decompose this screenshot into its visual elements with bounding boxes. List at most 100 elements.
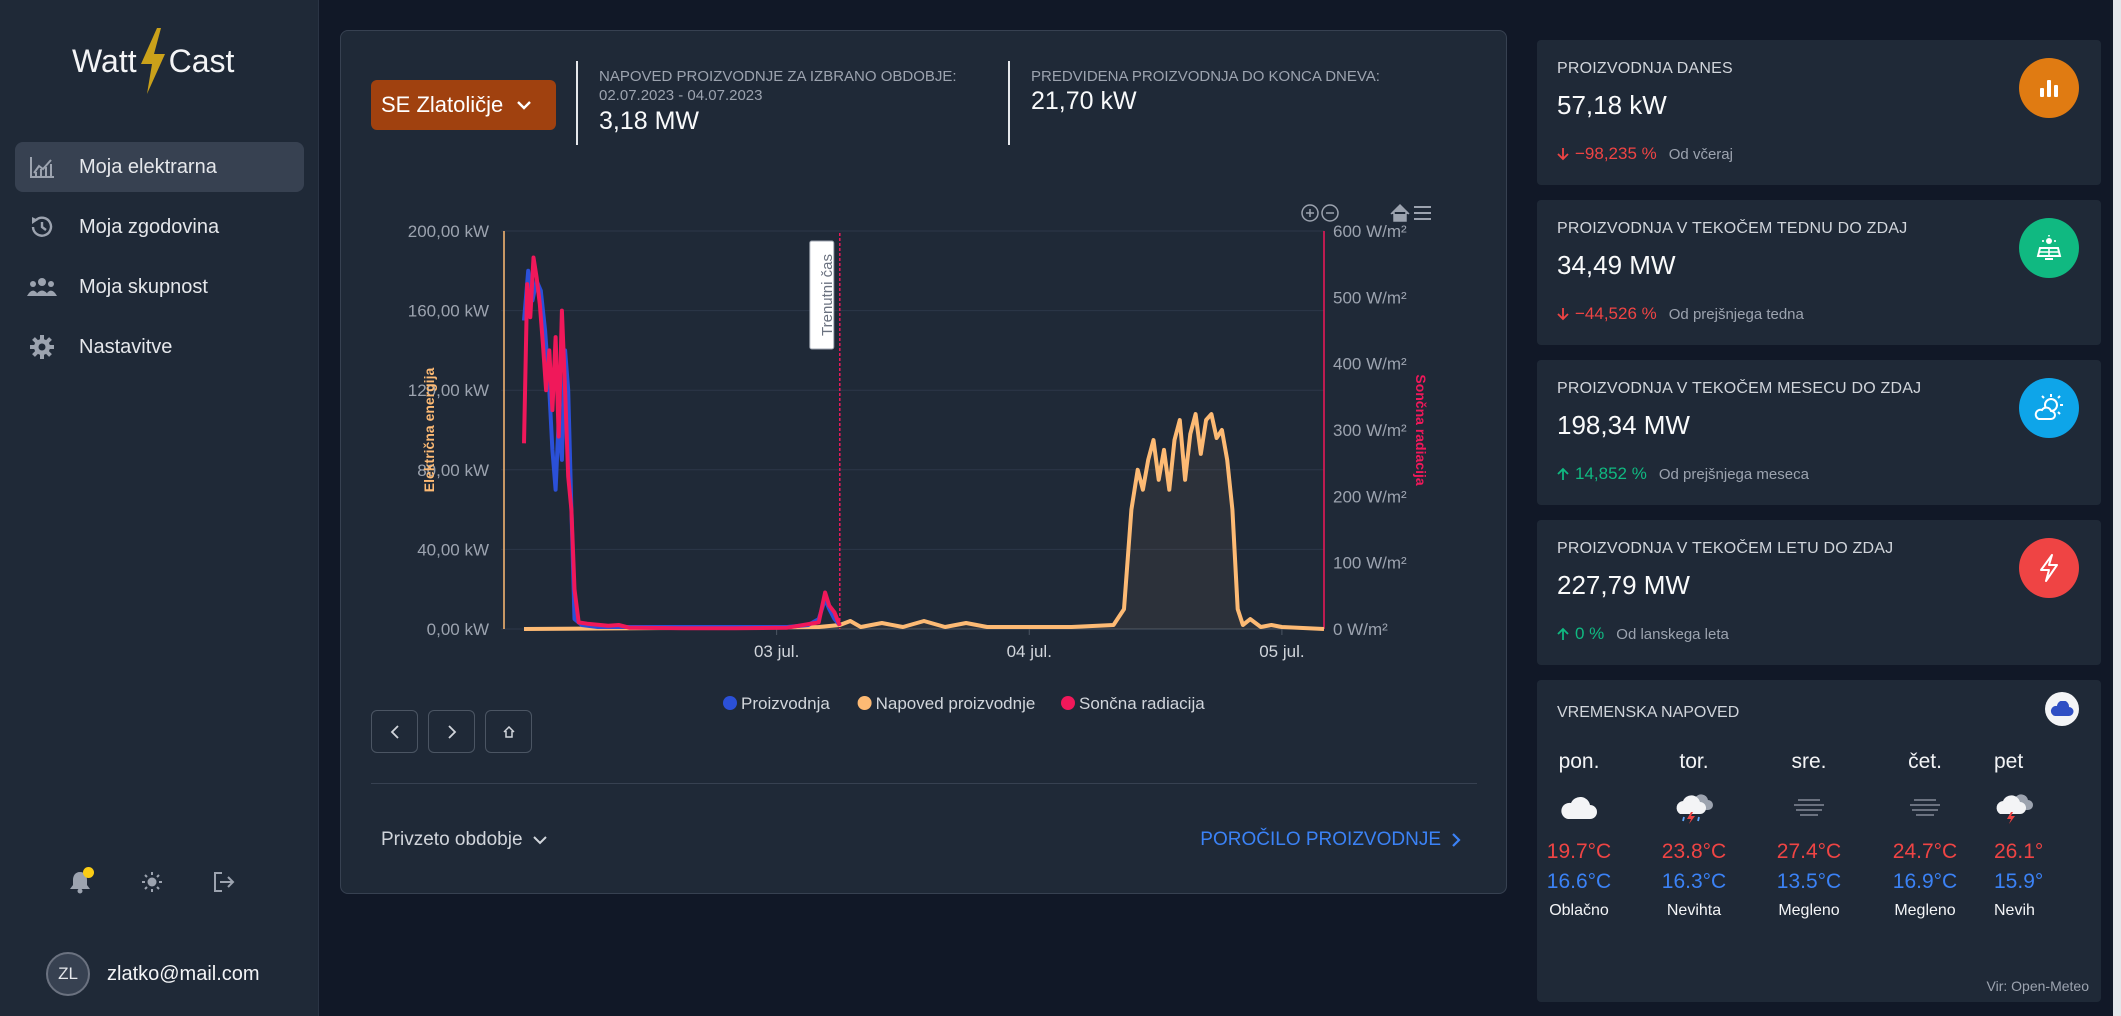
- plant-select[interactable]: SE Zlatoličje: [371, 80, 556, 130]
- user-profile[interactable]: ZL zlatko@mail.com: [46, 952, 260, 996]
- legend-label: Proizvodnja: [741, 694, 830, 713]
- weather-source: Vir: Open-Meteo: [1986, 978, 2089, 994]
- arrow-up-icon: [1557, 627, 1569, 640]
- current-time-label: Trenutni čas: [819, 254, 836, 336]
- notifications-button[interactable]: [66, 867, 94, 896]
- chart-next-button[interactable]: [428, 710, 475, 753]
- right-axis-tick: 0 W/m²: [1333, 620, 1388, 639]
- menu-icon[interactable]: [1414, 206, 1431, 220]
- left-axis-tick: 120,00 kW: [408, 381, 489, 400]
- production-report-link[interactable]: POROČILO PROIZVODNJE: [1200, 829, 1461, 851]
- stat-change-since: Od včeraj: [1668, 145, 1733, 163]
- weather-day: čet. 24.7°C 16.9°C Megleno: [1875, 750, 1975, 920]
- sidebar-tools: [66, 867, 238, 896]
- storm-icon: [1994, 780, 2089, 836]
- legend-marker: [1061, 696, 1075, 710]
- arrow-down-icon: [1557, 148, 1569, 161]
- divider: [1008, 61, 1010, 145]
- chevron-right-icon: [447, 724, 456, 739]
- app-logo[interactable]: Watt Cast: [72, 26, 234, 96]
- legend-marker: [857, 696, 872, 710]
- nav-item-nastavitve[interactable]: Nastavitve: [15, 322, 304, 372]
- lightning-logo-icon: [140, 28, 165, 94]
- report-link-label: POROČILO PROIZVODNJE: [1200, 829, 1441, 850]
- notification-dot: [83, 867, 94, 878]
- weather-day-name: pet: [1994, 750, 2024, 773]
- right-axis-tick: 600 W/m²: [1333, 222, 1407, 241]
- cloud-badge-icon: [2045, 692, 2079, 726]
- chart-home-icon[interactable]: [1390, 203, 1410, 222]
- series-line-0: [522, 268, 842, 629]
- weather-day-name: tor.: [1679, 750, 1709, 773]
- expected-label: PREDVIDENA PROIZVODNJA DO KONCA DNEVA:: [1031, 68, 1380, 85]
- chart-prev-button[interactable]: [371, 710, 418, 753]
- stat-change: 14,852 % Od prejšnjega meseca: [1557, 464, 1809, 484]
- chart-reset-button[interactable]: [485, 710, 532, 753]
- home-icon: [502, 725, 515, 738]
- avatar: ZL: [46, 952, 90, 996]
- stat-change-since: Od prejšnjega tedna: [1668, 305, 1804, 323]
- logout-button[interactable]: [210, 868, 238, 896]
- divider: [576, 61, 578, 145]
- solar-panel-icon: [2019, 218, 2079, 278]
- sidebar: Watt Cast Moja elektrarna Moja zgodovina…: [0, 0, 319, 1016]
- zoom-in-icon[interactable]: [1301, 204, 1319, 222]
- expected-value: 21,70 kW: [1031, 87, 1137, 115]
- nav-label: Nastavitve: [79, 335, 173, 358]
- weather-min-temp: 13.5°C: [1776, 870, 1842, 893]
- forecast-label-line-2: 02.07.2023 - 04.07.2023: [599, 87, 763, 104]
- weather-description: Nevih: [1994, 902, 2035, 919]
- arrow-up-icon: [1557, 467, 1569, 480]
- left-axis-tick: 200,00 kW: [408, 222, 489, 241]
- page-scrollbar[interactable]: [2113, 0, 2121, 1016]
- logo-text-left: Watt: [72, 42, 137, 79]
- stat-card-today[interactable]: PROIZVODNJA DANES 57,18 kW −98,235 % Od …: [1537, 40, 2101, 185]
- stat-value: 57,18 kW: [1557, 90, 1667, 120]
- stat-title: PROIZVODNJA V TEKOČEM TEDNU DO ZDAJ: [1557, 220, 1908, 237]
- weather-day: pon. 19.7°C 16.6°C Oblačno: [1537, 750, 1629, 920]
- weather-day: tor. 23.8°C 16.3°C Nevihta: [1644, 750, 1744, 920]
- nav-label: Moja skupnost: [79, 275, 208, 298]
- stat-title: PROIZVODNJA V TEKOČEM MESECU DO ZDAJ: [1557, 380, 1922, 397]
- divider: [371, 783, 1477, 784]
- chart-svg: 0,00 kW40,00 kW80,00 kW120,00 kW160,00 k…: [408, 203, 1431, 713]
- stat-change-percent: 14,852 %: [1575, 464, 1647, 483]
- stat-card-month[interactable]: PROIZVODNJA V TEKOČEM MESECU DO ZDAJ 198…: [1537, 360, 2101, 505]
- period-select[interactable]: Privzeto obdobje: [381, 829, 547, 851]
- nav-item-moja-elektrarna[interactable]: Moja elektrarna: [15, 142, 304, 192]
- zoom-out-icon[interactable]: [1321, 204, 1339, 222]
- sun-icon: [142, 872, 162, 892]
- stat-card-year[interactable]: PROIZVODNJA V TEKOČEM LETU DO ZDAJ 227,7…: [1537, 520, 2101, 665]
- weather-max-temp: 19.7°C: [1546, 840, 1612, 863]
- weather-day-name: čet.: [1908, 750, 1942, 773]
- weather-day: pet 26.1° 15.9° Nevih: [1989, 750, 2089, 920]
- x-axis-tick: 03 jul.: [754, 642, 799, 661]
- forecast-label-line-1: NAPOVED PROIZVODNJE ZA IZBRANO OBDOBJE:: [599, 68, 957, 85]
- fog-icon: [1875, 780, 1975, 836]
- weather-min-temp: 16.6°C: [1546, 870, 1612, 893]
- nav-item-moja-zgodovina[interactable]: Moja zgodovina: [15, 202, 304, 252]
- legend-marker: [723, 696, 737, 710]
- right-axis-tick: 400 W/m²: [1333, 355, 1407, 374]
- production-chart: 0,00 kW 40,00 kW 80,00 kW 120,00 kW 160,00 k…: [361, 171, 1491, 731]
- stat-change-percent: −98,235 %: [1575, 144, 1657, 163]
- weather-description: Megleno: [1894, 902, 1956, 919]
- left-axis-title: Električna energija: [421, 368, 437, 493]
- nav-item-moja-skupnost[interactable]: Moja skupnost: [15, 262, 304, 312]
- main-nav: Moja elektrarna Moja zgodovina Moja skup…: [15, 142, 304, 382]
- theme-toggle-button[interactable]: [138, 868, 166, 896]
- period-select-value: Privzeto obdobje: [381, 829, 523, 850]
- chart-line-icon: [27, 152, 57, 182]
- weather-day: sre. 27.4°C 13.5°C Megleno: [1759, 750, 1859, 920]
- weather-min-temp: 16.9°C: [1892, 870, 1958, 893]
- x-axis-tick: 04 jul.: [1007, 642, 1052, 661]
- left-axis-tick: 40,00 kW: [417, 540, 489, 559]
- right-axis-tick: 200 W/m²: [1333, 487, 1407, 506]
- left-axis-tick: 160,00 kW: [408, 302, 489, 321]
- stat-change-percent: 0 %: [1575, 624, 1605, 643]
- logo-text-right: Cast: [168, 42, 235, 79]
- stat-card-week[interactable]: PROIZVODNJA V TEKOČEM TEDNU DO ZDAJ 34,4…: [1537, 200, 2101, 345]
- stat-change-percent: −44,526 %: [1575, 304, 1657, 323]
- left-axis-tick: 0,00 kW: [427, 620, 489, 639]
- weather-description: Megleno: [1778, 902, 1840, 919]
